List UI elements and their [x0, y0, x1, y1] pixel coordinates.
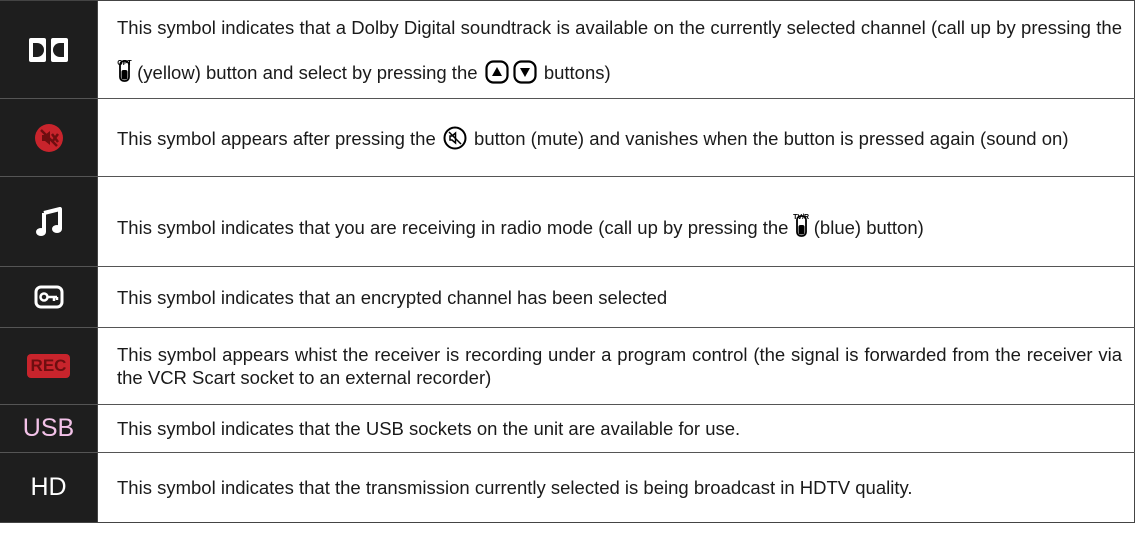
table-row: This symbol appears after pressing the b… [0, 99, 1135, 177]
hd-icon: HD [30, 473, 67, 501]
table-row: This symbol indicates that you are recei… [0, 177, 1135, 267]
button-label: OPT [117, 59, 132, 67]
row-text: (blue) button) [813, 216, 924, 238]
up-arrow-button-icon [485, 59, 509, 84]
rec-icon: REC [26, 354, 71, 378]
icon-cell: REC [0, 328, 98, 404]
icon-cell [0, 99, 98, 176]
row-text: This symbol appears after pressing the [117, 127, 436, 149]
description-cell: This symbol indicates that an encrypted … [98, 267, 1135, 327]
mute-icon [34, 123, 63, 152]
icon-cell [0, 1, 98, 98]
description-cell: This symbol appears after pressing the b… [98, 99, 1135, 176]
description-cell: This symbol appears whist the receiver i… [98, 328, 1135, 404]
row-text: button (mute) and vanishes when the butt… [474, 127, 1069, 149]
description-cell: This symbol indicates that the transmiss… [98, 453, 1135, 522]
down-arrow-button-icon [513, 59, 537, 84]
yellow-button-ref: OPT [117, 50, 132, 95]
row-text: This symbol appears whist the receiver i… [117, 344, 1122, 388]
row-text: This symbol indicates that you are recei… [117, 216, 789, 238]
mute-button-icon [443, 126, 467, 149]
icon-cell: USB [0, 405, 98, 452]
usb-icon: USB [22, 414, 75, 442]
row-text: buttons) [543, 61, 611, 83]
table-row: HD This symbol indicates that the transm… [0, 453, 1135, 522]
symbol-table: This symbol indicates that a Dolby Digit… [0, 0, 1135, 523]
description-cell: This symbol indicates that a Dolby Digit… [98, 1, 1135, 98]
row-text: (yellow) button and select by pressing t… [137, 61, 478, 83]
icon-cell [0, 267, 98, 327]
encrypted-key-icon [34, 285, 63, 309]
row-text: This symbol indicates that the transmiss… [117, 477, 913, 498]
icon-cell [0, 177, 98, 266]
row-text: This symbol indicates that an encrypted … [117, 286, 668, 308]
blue-button-ref: TV/R [793, 214, 809, 239]
table-row: This symbol indicates that a Dolby Digit… [0, 1, 1135, 99]
row-text: This symbol indicates that a Dolby Digit… [117, 16, 1122, 38]
radio-music-note-icon [35, 206, 62, 236]
button-label: TV/R [793, 213, 810, 221]
description-cell: This symbol indicates that you are recei… [98, 177, 1135, 266]
table-row: This symbol indicates that an encrypted … [0, 267, 1135, 328]
table-row: REC This symbol appears whist the receiv… [0, 328, 1135, 405]
table-row: USB This symbol indicates that the USB s… [0, 405, 1135, 453]
icon-cell: HD [0, 453, 98, 522]
row-text: This symbol indicates that the USB socke… [117, 418, 741, 439]
description-cell: This symbol indicates that the USB socke… [98, 405, 1135, 452]
dolby-digital-icon [28, 37, 68, 62]
